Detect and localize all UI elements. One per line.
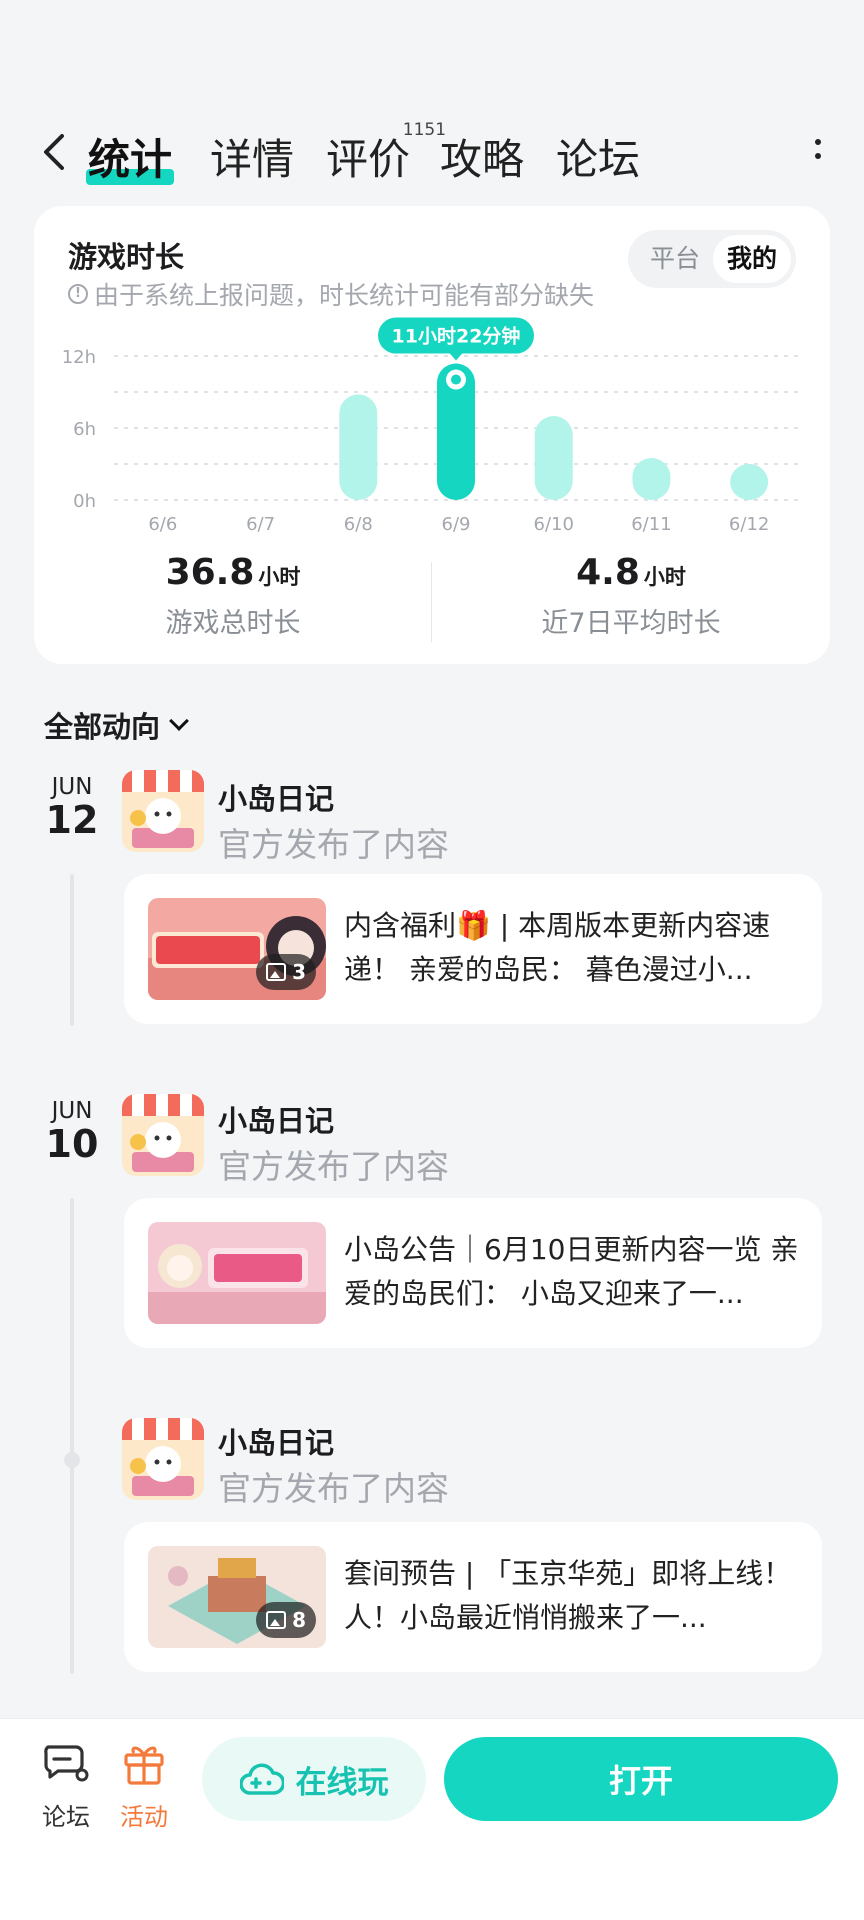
x-tick-label: 6/11 [631,514,671,535]
date-label: JUN 12 [45,774,99,842]
average-unit: 小时 [643,565,686,589]
timeline-line [70,874,74,1026]
avatar[interactable] [122,1418,204,1500]
tab-stats[interactable]: 统计 [86,126,175,187]
playtime-card: 游戏时长 ! 由于系统上报问题，时长统计可能有部分缺失 平台 我的 0h 6h 12… [34,206,830,664]
avatar[interactable] [122,1094,204,1176]
top-nav: 统计 详情 评价 1151 攻略 论坛 [0,120,864,190]
total-label: 游戏总时长 [165,608,301,639]
announcement-banner-image [148,1222,326,1324]
bar-marker-center [451,374,461,385]
gift-icon [124,1746,164,1785]
chart-tooltip-text: 11小时22分钟 [392,325,521,348]
y-tick-label: 6h [73,419,96,440]
chart-tooltip-pointer [449,352,463,361]
total-value: 36.8 [165,552,255,593]
x-tick-label: 6/8 [344,514,373,535]
poster-name[interactable]: 小岛日记 [218,1420,334,1462]
average-value: 4.8 [576,552,640,593]
date-label: JUN 10 [45,1098,99,1166]
post-text: 套间预告 | 「玉京华苑」即将上线！ 人！小岛最近悄悄搬来了一... [344,1557,792,1634]
image-icon [266,1611,287,1629]
forum-button[interactable]: 论坛 [36,1741,96,1832]
avatar[interactable] [122,770,204,852]
x-tick-label: 6/12 [729,514,769,535]
bottom-action-bar: 论坛 活动 在线玩 打开 [0,1718,864,1920]
info-icon: ! [68,284,88,304]
y-tick-label: 0h [73,491,96,512]
poster-action: 官方发布了内容 [218,1469,449,1508]
poster-action: 官方发布了内容 [218,825,449,864]
post-thumbnail [148,1222,326,1324]
image-icon [266,963,287,981]
chart-bar[interactable] [730,464,769,500]
poster-action: 官方发布了内容 [218,1147,449,1186]
island-diary-avatar-icon [122,770,204,852]
timeline-line [70,1198,74,1674]
post-card[interactable]: 8 套间预告 | 「玉京华苑」即将上线！ 人！小岛最近悄悄搬来了一... [124,1522,822,1672]
back-arrow-icon[interactable] [34,130,78,174]
post-card[interactable]: 小岛公告｜6月10日更新内容一览 亲爱的岛民们： 小岛又迎来了一... [124,1198,822,1348]
playtime-title: 游戏时长 [68,240,185,274]
chart-bar[interactable] [339,394,378,500]
total-unit: 小时 [258,565,301,589]
average-playtime: 4.8 小时 近7日平均时长 [432,552,830,640]
forum-chat-icon [44,1745,89,1782]
poster-name[interactable]: 小岛日记 [218,776,334,818]
poster-name[interactable]: 小岛日记 [218,1098,334,1140]
total-playtime: 36.8 小时 游戏总时长 [34,552,432,640]
average-label: 近7日平均时长 [541,608,721,639]
post-thumbnail: 8 [148,1546,326,1648]
island-diary-avatar-icon [122,1094,204,1176]
post-card[interactable]: 3 内含福利🎁 | 本周版本更新内容速递！ 亲爱的岛民： 暮色漫过小... [124,874,822,1024]
chart-bar[interactable] [632,458,671,500]
tab-guides[interactable]: 攻略 [440,126,524,187]
x-tick-label: 6/7 [246,514,275,535]
x-tick-label: 6/9 [442,514,471,535]
island-diary-avatar-icon [122,1418,204,1500]
post-text: 小岛公告｜6月10日更新内容一览 亲爱的岛民们： 小岛又迎来了一... [344,1233,799,1310]
online-play-button[interactable]: 在线玩 [202,1737,426,1821]
x-tick-label: 6/10 [534,514,574,535]
toggle-platform[interactable]: 平台 [636,235,714,283]
tab-forum[interactable]: 论坛 [556,126,640,187]
gamepad-cloud-icon [239,1763,284,1795]
feed-filter[interactable]: 全部动向 [44,704,189,746]
open-game-button[interactable]: 打开 [444,1737,838,1821]
y-tick-label: 12h [62,347,96,368]
more-options-icon[interactable] [812,134,824,174]
scope-toggle: 平台 我的 [628,230,796,288]
timeline-dot [64,1452,80,1468]
toggle-mine[interactable]: 我的 [713,235,791,283]
image-count-badge: 3 [256,954,316,990]
chart-bar[interactable] [534,416,573,500]
activity-button[interactable]: 活动 [114,1741,174,1832]
image-count-badge: 8 [256,1602,316,1638]
tab-details[interactable]: 详情 [210,126,294,187]
chevron-down-icon [169,711,189,731]
post-text: 内含福利🎁 | 本周版本更新内容速递！ 亲爱的岛民： 暮色漫过小... [344,909,771,986]
x-tick-label: 6/6 [148,514,177,535]
tab-reviews[interactable]: 评价 1151 [326,120,446,187]
post-thumbnail: 3 [148,898,326,1000]
